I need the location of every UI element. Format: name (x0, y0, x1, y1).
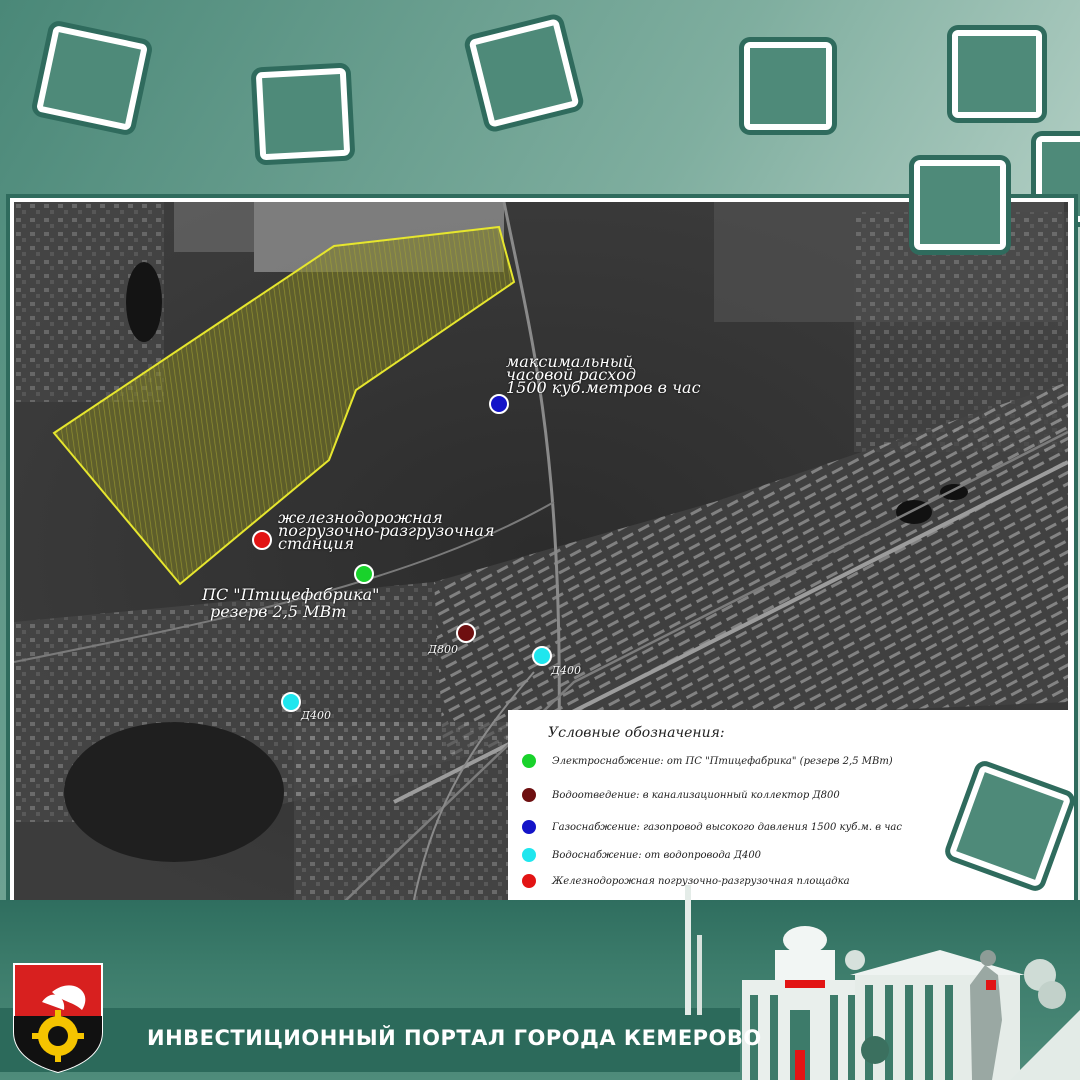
city-illustration-icon (685, 885, 1080, 1080)
decorative-square (914, 160, 1006, 250)
rail-station-marker[interactable] (252, 530, 272, 550)
rail-label-line3: станция (278, 534, 355, 553)
kemerovo-coat-of-arms-icon (13, 963, 103, 1074)
gas-marker[interactable] (489, 394, 509, 414)
gas-label-line3: 1500 куб.метров в час (506, 378, 701, 397)
decorative-square (255, 67, 351, 161)
legend-title: Условные обозначения: (548, 725, 725, 741)
legend-item-label: Электроснабжение: от ПС "Птицефабрика" (… (552, 755, 893, 767)
gas-legend-dot (522, 820, 536, 834)
water-legend-dot (522, 848, 536, 862)
legend-item-label: Водоснабжение: от водопровода Д400 (552, 849, 762, 861)
electric-substation-marker[interactable] (354, 564, 374, 584)
portal-title: ИНВЕСТИЦИОННЫЙ ПОРТАЛ ГОРОДА КЕМЕРОВО (147, 1026, 762, 1050)
decorative-square (952, 30, 1042, 118)
electric-legend-dot (522, 754, 536, 768)
legend-item-electric: Электроснабжение: от ПС "Птицефабрика" (… (522, 754, 893, 768)
legend-item-sewer: Водоотведение: в канализационный коллект… (522, 788, 840, 802)
legend-item-label: Водоотведение: в канализационный коллект… (552, 789, 840, 801)
water-diameter-label: Д400 (551, 664, 581, 677)
water-pipe-marker[interactable] (281, 692, 301, 712)
decorative-square (744, 42, 832, 130)
ps-label-line2: резерв 2,5 МВт (210, 602, 347, 621)
rail-legend-dot (522, 874, 536, 888)
sewer-legend-dot (522, 788, 536, 802)
legend-item-water: Водоснабжение: от водопровода Д400 (522, 848, 761, 862)
legend-item-label: Газоснабжение: газопровод высокого давле… (552, 821, 902, 833)
ps-label-line1: ПС "Птицефабрика" (202, 585, 380, 604)
water-diameter-label: Д400 (301, 709, 331, 722)
water-pipe-marker[interactable] (532, 646, 552, 666)
legend-item-gas: Газоснабжение: газопровод высокого давле… (522, 820, 902, 834)
sewer-collector-marker[interactable] (456, 623, 476, 643)
sewer-diameter-label: Д800 (428, 643, 458, 656)
